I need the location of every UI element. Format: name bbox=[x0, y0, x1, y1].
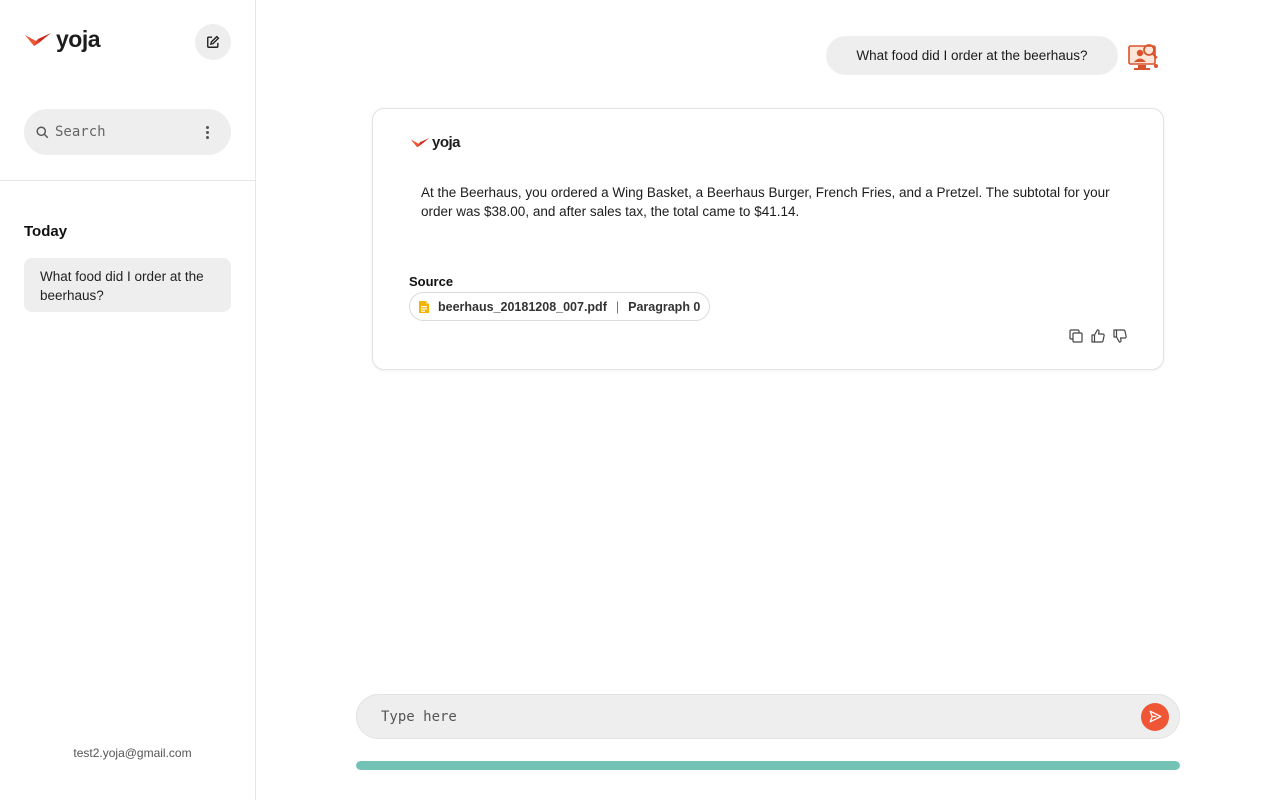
message-composer bbox=[356, 694, 1180, 739]
source-separator: | bbox=[615, 299, 620, 314]
sidebar-divider bbox=[0, 180, 255, 181]
brand-name: yoja bbox=[56, 26, 101, 52]
search-icon bbox=[36, 125, 49, 138]
history-section-title: Today bbox=[24, 223, 68, 240]
send-icon bbox=[1149, 710, 1161, 723]
thumbs-down-icon[interactable] bbox=[1112, 328, 1128, 344]
progress-fill bbox=[356, 761, 1180, 770]
message-input[interactable] bbox=[381, 708, 1141, 725]
bird-logo-icon bbox=[410, 137, 430, 147]
source-label: Source bbox=[409, 274, 454, 289]
thumbs-up-icon[interactable] bbox=[1090, 328, 1106, 344]
sidebar: yoja Today What food did I order at the … bbox=[0, 0, 256, 800]
more-options-icon[interactable] bbox=[204, 124, 211, 141]
assistant-name: yoja bbox=[432, 134, 461, 151]
progress-bar bbox=[356, 761, 1180, 770]
edit-icon bbox=[207, 35, 220, 48]
document-icon bbox=[419, 300, 429, 313]
user-message-bubble: What food did I order at the beerhaus? bbox=[826, 36, 1118, 75]
copy-icon[interactable] bbox=[1068, 328, 1084, 344]
source-location: Paragraph 0 bbox=[628, 299, 701, 314]
answer-card: yoja At the Beerhaus, you ordered a Wing… bbox=[372, 108, 1164, 370]
new-chat-button[interactable] bbox=[195, 24, 231, 60]
search-box bbox=[24, 109, 231, 155]
send-button[interactable] bbox=[1141, 702, 1169, 731]
user-avatar-icon bbox=[1128, 44, 1158, 70]
assistant-logo: yoja bbox=[410, 134, 461, 151]
bird-logo-icon bbox=[25, 32, 51, 46]
answer-actions bbox=[1068, 328, 1128, 344]
search-input[interactable] bbox=[55, 124, 185, 140]
source-file-name: beerhaus_20181208_007.pdf bbox=[438, 299, 607, 314]
brand-logo[interactable]: yoja bbox=[24, 26, 101, 52]
user-email: test2.yoja@gmail.com bbox=[73, 746, 192, 760]
history-item[interactable]: What food did I order at the beerhaus? bbox=[24, 258, 231, 312]
source-chip[interactable]: beerhaus_20181208_007.pdf | Paragraph 0 bbox=[409, 292, 711, 321]
answer-text: At the Beerhaus, you ordered a Wing Bask… bbox=[421, 185, 1110, 219]
app-root: yoja Today What food did I order at the … bbox=[0, 0, 1280, 800]
